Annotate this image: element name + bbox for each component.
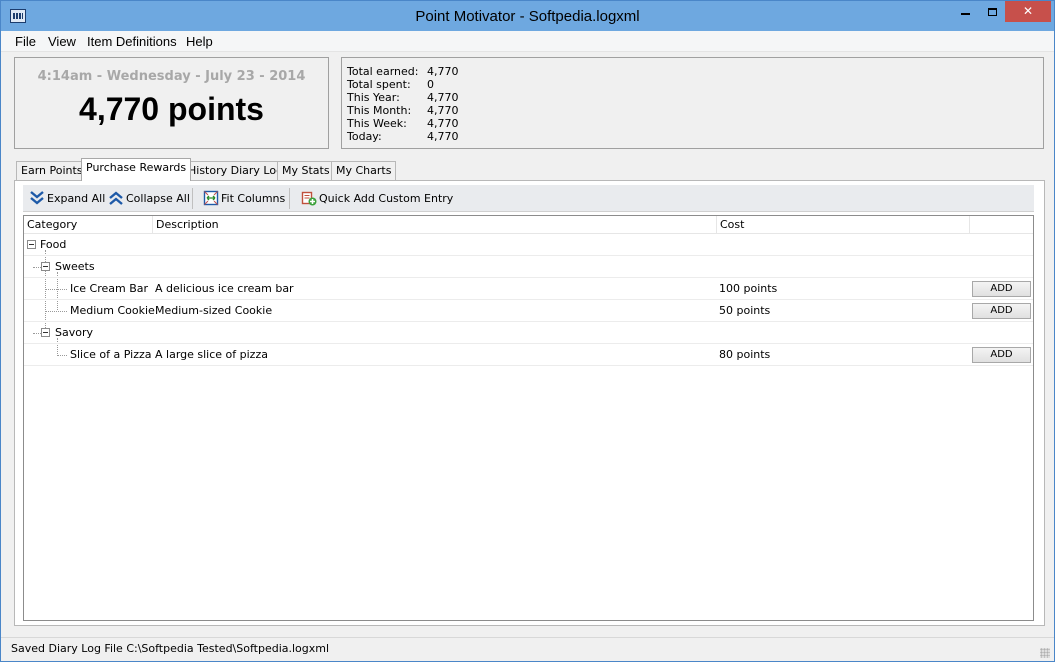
reward-cost: 80 points [719, 348, 771, 361]
stat-value: 4,770 [427, 65, 459, 78]
chevrons-up-icon [109, 191, 123, 205]
column-header-category[interactable]: Category [24, 216, 153, 234]
collapse-toggle-icon[interactable] [41, 328, 50, 337]
close-button[interactable]: ✕ [1005, 1, 1051, 22]
reward-description: A delicious ice cream bar [155, 282, 294, 295]
column-header-description[interactable]: Description [153, 216, 717, 234]
tree-guide-line [33, 333, 41, 334]
menu-help[interactable]: Help [186, 34, 213, 49]
stat-value: 4,770 [427, 117, 459, 130]
quick-add-label: Quick Add Custom Entry [319, 192, 454, 205]
reward-name: Ice Cream Bar [70, 282, 149, 295]
stat-label: This Month: [347, 104, 412, 117]
column-header-action [970, 216, 1033, 234]
maximize-icon [987, 7, 997, 16]
menu-view[interactable]: View [48, 34, 76, 49]
add-button[interactable]: ADD [972, 281, 1031, 297]
toolbar-separator [289, 188, 290, 209]
reward-cost: 50 points [719, 304, 771, 317]
reward-row[interactable]: Slice of a Pizza A large slice of pizza … [24, 344, 1033, 366]
reward-name: Slice of a Pizza [70, 348, 152, 361]
reward-name: Medium Cookie [70, 304, 155, 317]
clock-panel: 4:14am - Wednesday - July 23 - 2014 4,77… [14, 57, 329, 149]
add-entry-icon [301, 191, 317, 206]
add-button[interactable]: ADD [972, 303, 1031, 319]
stat-label: This Year: [347, 91, 400, 104]
tree-guide-line [33, 267, 41, 268]
reward-description: Medium-sized Cookie [155, 304, 273, 317]
tree-guide-line [45, 289, 67, 290]
stat-label: Total earned: [347, 65, 419, 78]
minimize-button[interactable] [952, 1, 979, 22]
rewards-toolbar: Expand All Collapse All Fit Columns Quic… [23, 185, 1034, 212]
title-bar[interactable]: Point Motivator - Softpedia.logxml ✕ [1, 1, 1054, 31]
reward-description: A large slice of pizza [155, 348, 268, 361]
menu-bar: File View Item Definitions Help [1, 31, 1054, 52]
group-row-savory[interactable]: Savory [24, 322, 1033, 344]
group-row-sweets[interactable]: Sweets [24, 256, 1033, 278]
group-label: Food [40, 238, 67, 251]
maximize-button[interactable] [979, 1, 1005, 22]
collapse-toggle-icon[interactable] [27, 240, 36, 249]
menu-item-definitions[interactable]: Item Definitions [87, 34, 177, 49]
reward-row[interactable]: Medium Cookie Medium-sized Cookie 50 poi… [24, 300, 1033, 322]
column-header-cost[interactable]: Cost [717, 216, 970, 234]
status-text: Saved Diary Log File C:\Softpedia Tested… [11, 642, 330, 655]
tab-my-stats[interactable]: My Stats [277, 161, 335, 180]
resize-grip-icon[interactable] [1040, 648, 1050, 658]
group-label: Savory [55, 326, 93, 339]
close-icon: ✕ [1022, 4, 1034, 18]
menu-file[interactable]: File [15, 34, 36, 49]
stat-label: This Week: [347, 117, 407, 130]
tab-my-charts[interactable]: My Charts [331, 161, 397, 180]
expand-all-label: Expand All [47, 192, 106, 205]
minimize-icon [961, 12, 970, 15]
window-title: Point Motivator - Softpedia.logxml [415, 8, 640, 25]
grid-header: Category Description Cost [24, 216, 1033, 234]
stat-value: 4,770 [427, 91, 459, 104]
fit-columns-label: Fit Columns [221, 192, 286, 205]
toolbar-separator [192, 188, 193, 209]
reward-cost: 100 points [719, 282, 778, 295]
tab-history-diary-log[interactable]: History Diary Log [183, 161, 289, 180]
stat-label: Today: [347, 130, 382, 143]
app-window: Point Motivator - Softpedia.logxml ✕ Fil… [0, 0, 1055, 662]
fit-columns-icon [203, 190, 219, 206]
status-bar: Saved Diary Log File C:\Softpedia Tested… [1, 637, 1054, 661]
stat-value: 4,770 [427, 104, 459, 117]
current-datetime: 4:14am - Wednesday - July 23 - 2014 [37, 69, 306, 84]
tree-guide-line [45, 311, 67, 312]
rewards-grid: Category Description Cost Food Sweets Ic… [23, 215, 1034, 621]
tab-earn-points[interactable]: Earn Points [16, 161, 88, 180]
stat-value: 0 [427, 78, 434, 91]
collapse-toggle-icon[interactable] [41, 262, 50, 271]
collapse-all-label: Collapse All [126, 192, 190, 205]
chevrons-down-icon [30, 191, 44, 205]
tree-guide-line [57, 355, 67, 356]
stats-panel: Total earned: 4,770 Total spent: 0 This … [341, 57, 1044, 149]
add-button[interactable]: ADD [972, 347, 1031, 363]
group-row-food[interactable]: Food [24, 234, 1033, 256]
stat-value: 4,770 [427, 130, 459, 143]
tab-purchase-rewards[interactable]: Purchase Rewards [81, 158, 192, 181]
group-label: Sweets [55, 260, 95, 273]
points-balance: 4,770 points [79, 91, 264, 127]
reward-row[interactable]: Ice Cream Bar A delicious ice cream bar … [24, 278, 1033, 300]
stat-label: Total spent: [347, 78, 411, 91]
